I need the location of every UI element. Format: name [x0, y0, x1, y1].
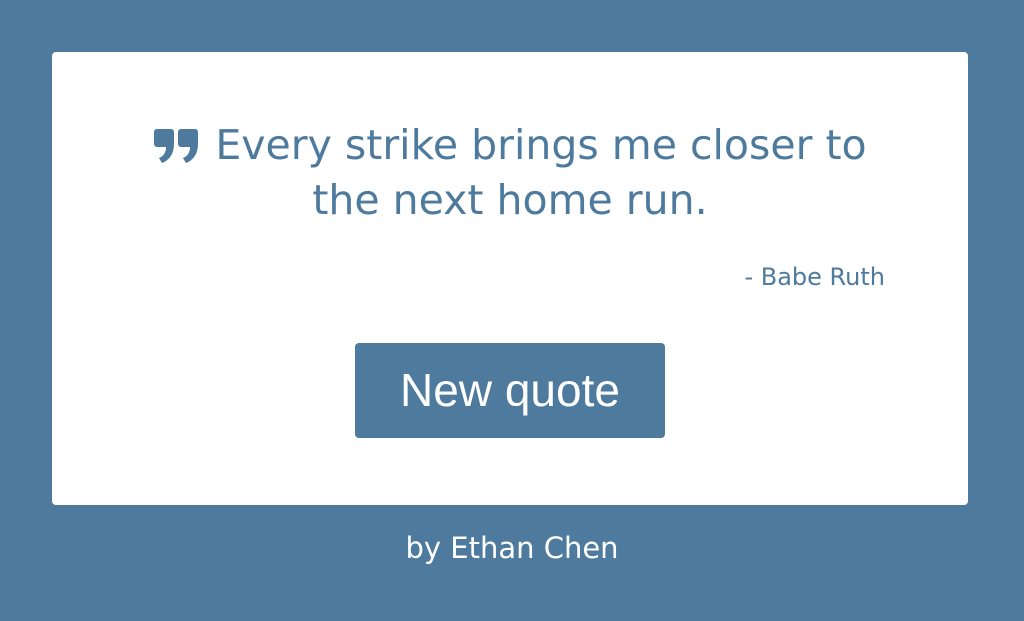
- quote-text: Every strike brings me closer to the nex…: [215, 121, 867, 224]
- quote-card: Every strike brings me closer to the nex…: [52, 52, 968, 505]
- footer-credit: by Ethan Chen: [0, 528, 1024, 568]
- author-link[interactable]: Ethan Chen: [450, 531, 618, 565]
- quote-text-block: Every strike brings me closer to the nex…: [132, 118, 888, 228]
- quote-author: - Babe Ruth: [744, 263, 885, 291]
- quote-left-icon: [153, 125, 199, 165]
- new-quote-button[interactable]: New quote: [355, 343, 665, 438]
- footer-prefix: by: [405, 531, 442, 565]
